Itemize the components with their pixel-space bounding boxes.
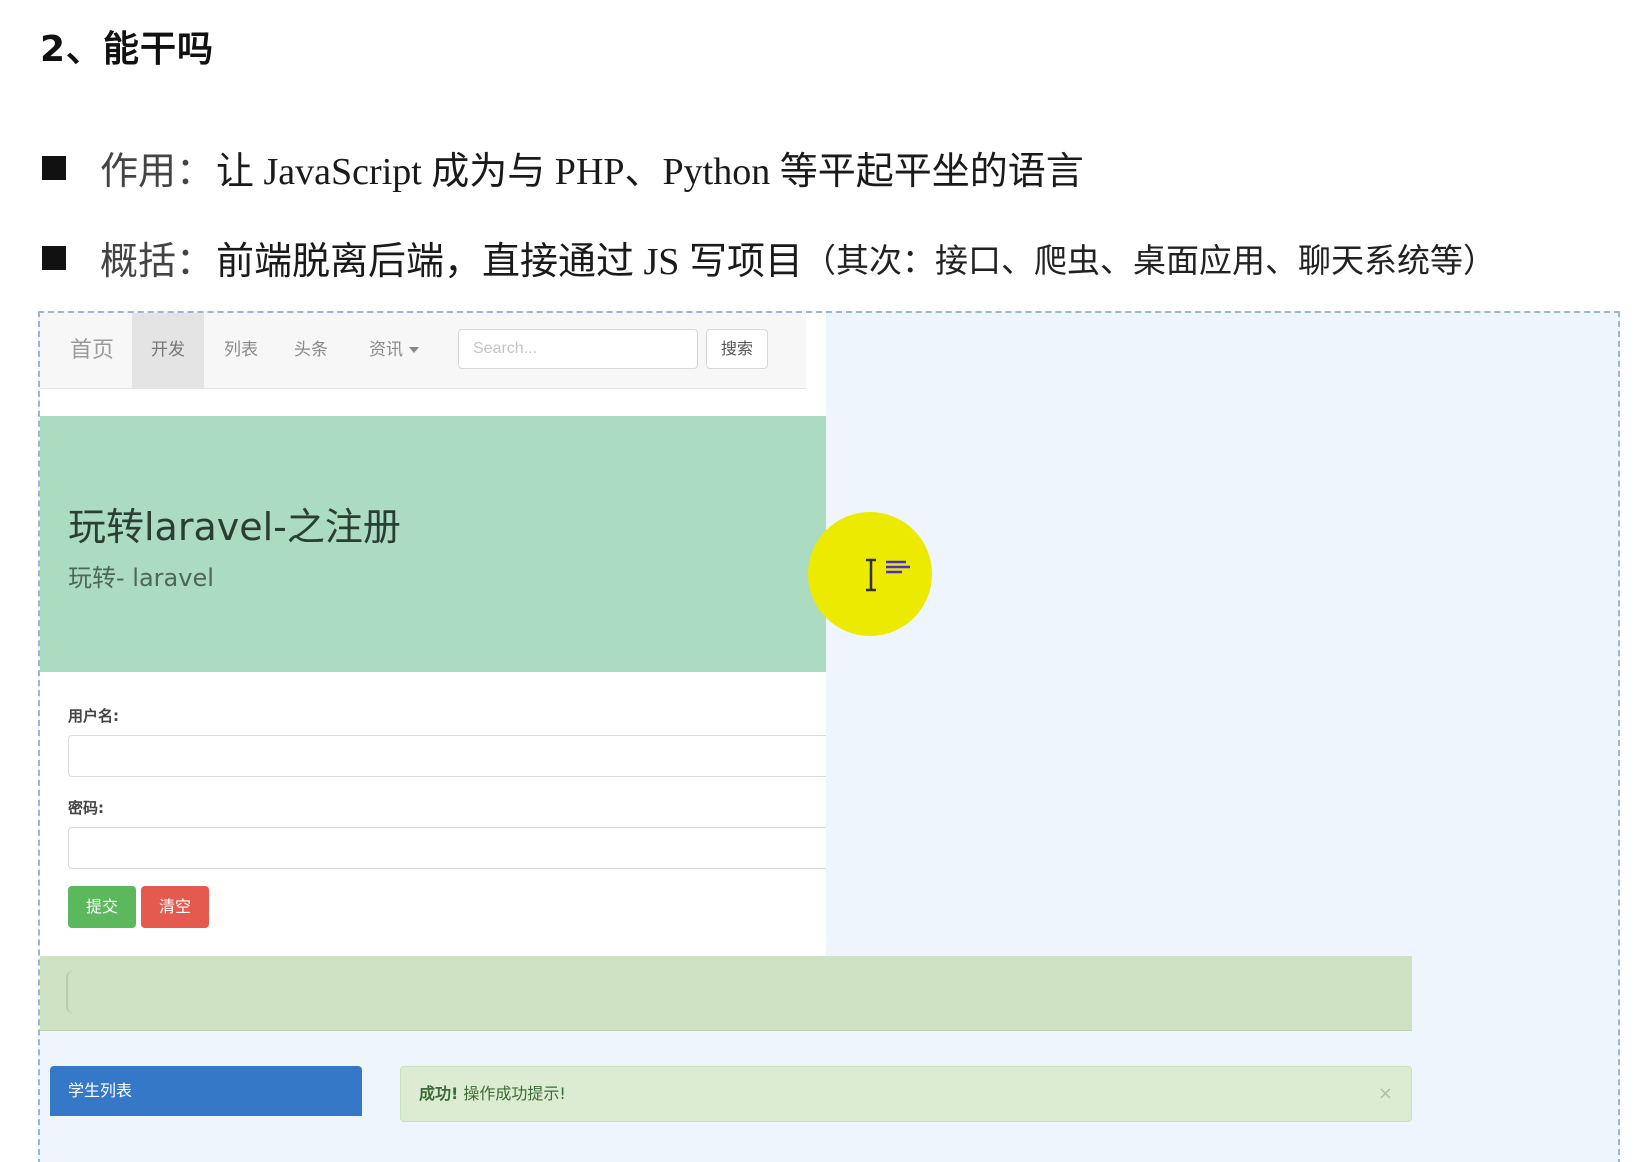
search-button[interactable]: 搜索 [706,329,768,369]
nav-item-label: 资讯 [369,340,403,360]
hero-title: 玩转laravel-之注册 [68,505,401,549]
bullet-label: 概括： [100,241,215,283]
banner-inset [66,970,80,1014]
submit-button[interactable]: 提交 [68,886,136,928]
bullet-purpose: 作用： 让 JavaScript 成为与 PHP、Python 等平起平坐的语言 [42,140,1084,195]
bullet-summary: 概括： 前端脱离后端，直接通过 JS 写项目 （其次：接口、爬虫、桌面应用、聊天… [42,230,1496,285]
app-pane: 首页 开发 列表 头条 资讯 Search... 搜索 玩转laravel-之注… [40,313,826,973]
password-field[interactable] [68,827,826,869]
square-bullet-icon [42,155,66,180]
username-label: 用户名: [68,707,119,725]
bullet-text: 前端脱离后端，直接通过 JS 写项目 [216,241,803,283]
clear-button[interactable]: 清空 [141,886,209,928]
password-label: 密码: [68,799,104,817]
square-bullet-icon [42,245,66,270]
chevron-down-icon [409,347,419,353]
nav-item-list[interactable]: 列表 [206,313,276,388]
bullet-label: 作用： [100,151,215,193]
text-cursor-icon [866,558,910,592]
alert-message: 操作成功提示! [458,1084,566,1103]
embedded-screenshot: 首页 开发 列表 头条 资讯 Search... 搜索 玩转laravel-之注… [38,311,1620,1162]
bullet-text: 让 JavaScript 成为与 PHP、Python 等平起平坐的语言 [216,151,1084,193]
username-field[interactable] [68,735,826,777]
nav-item-headline[interactable]: 头条 [276,313,346,388]
success-alert: 成功! 操作成功提示! × [400,1066,1412,1122]
slide-page: 2、能干吗 作用： 让 JavaScript 成为与 PHP、Python 等平… [0,0,1643,1162]
hero-jumbotron: 玩转laravel-之注册 玩转- laravel [40,416,826,672]
nav-item-dev[interactable]: 开发 [132,313,204,388]
hero-subtitle: 玩转- laravel [68,564,214,592]
search-input[interactable]: Search... [458,329,698,369]
bullet-detail: （其次：接口、爬虫、桌面应用、聊天系统等） [802,240,1496,280]
green-banner [40,956,1412,1031]
alert-strong: 成功! [419,1084,459,1103]
section-title: 2、能干吗 [40,29,215,70]
nav-home[interactable]: 首页 [62,313,122,388]
close-icon[interactable]: × [1378,1067,1393,1121]
student-list-panel-header: 学生列表 [50,1066,362,1116]
navbar: 首页 开发 列表 头条 资讯 Search... 搜索 [40,313,806,389]
nav-item-news-dropdown[interactable]: 资讯 [346,313,442,388]
